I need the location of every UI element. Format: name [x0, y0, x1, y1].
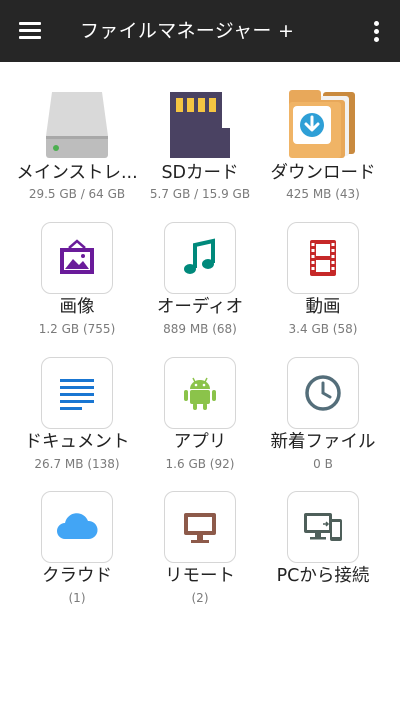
tile-downloads[interactable]: ダウンロード 425 MB (43)	[258, 86, 388, 206]
tile-label: ダウンロード	[270, 163, 376, 183]
sd-card-icon	[150, 86, 250, 160]
monitor-icon	[164, 491, 236, 563]
tile-sub: (2)	[191, 591, 209, 605]
download-folder-icon	[273, 86, 373, 160]
cloud-icon	[41, 491, 113, 563]
android-icon	[164, 357, 236, 429]
tile-documents[interactable]: ドキュメント 26.7 MB (138)	[12, 357, 142, 477]
tile-label: 動画	[305, 297, 341, 317]
pc-phone-icon	[287, 491, 359, 563]
image-icon	[41, 222, 113, 294]
drive-icon	[27, 86, 127, 160]
tile-remote[interactable]: リモート (2)	[135, 491, 265, 611]
tile-audio[interactable]: オーディオ 889 MB (68)	[135, 222, 265, 342]
tile-pc-connect[interactable]: PCから接続	[258, 491, 388, 611]
more-vert-icon[interactable]	[366, 18, 386, 44]
tile-sub: 425 MB (43)	[286, 187, 360, 201]
tile-images[interactable]: 画像 1.2 GB (755)	[12, 222, 142, 342]
tile-sub: 3.4 GB (58)	[288, 322, 358, 336]
clock-icon	[287, 357, 359, 429]
tile-cloud[interactable]: クラウド (1)	[12, 491, 142, 611]
tile-apps[interactable]: アプリ 1.6 GB (92)	[135, 357, 265, 477]
tile-recent[interactable]: 新着ファイル 0 B	[258, 357, 388, 477]
tile-label: PCから接続	[276, 566, 370, 586]
tile-sd-card[interactable]: SDカード 5.7 GB / 15.9 GB	[135, 86, 265, 206]
tile-sub: 0 B	[313, 457, 333, 471]
document-icon	[41, 357, 113, 429]
tile-label: 新着ファイル	[270, 432, 376, 452]
music-note-icon	[164, 222, 236, 294]
film-icon	[287, 222, 359, 294]
app-bar: ファイルマネージャー +	[0, 0, 400, 62]
tile-video[interactable]: 動画 3.4 GB (58)	[258, 222, 388, 342]
menu-icon[interactable]	[19, 20, 43, 40]
tile-main-storage[interactable]: メインストレ... 29.5 GB / 64 GB	[12, 86, 142, 206]
app-title: ファイルマネージャー +	[80, 20, 295, 42]
